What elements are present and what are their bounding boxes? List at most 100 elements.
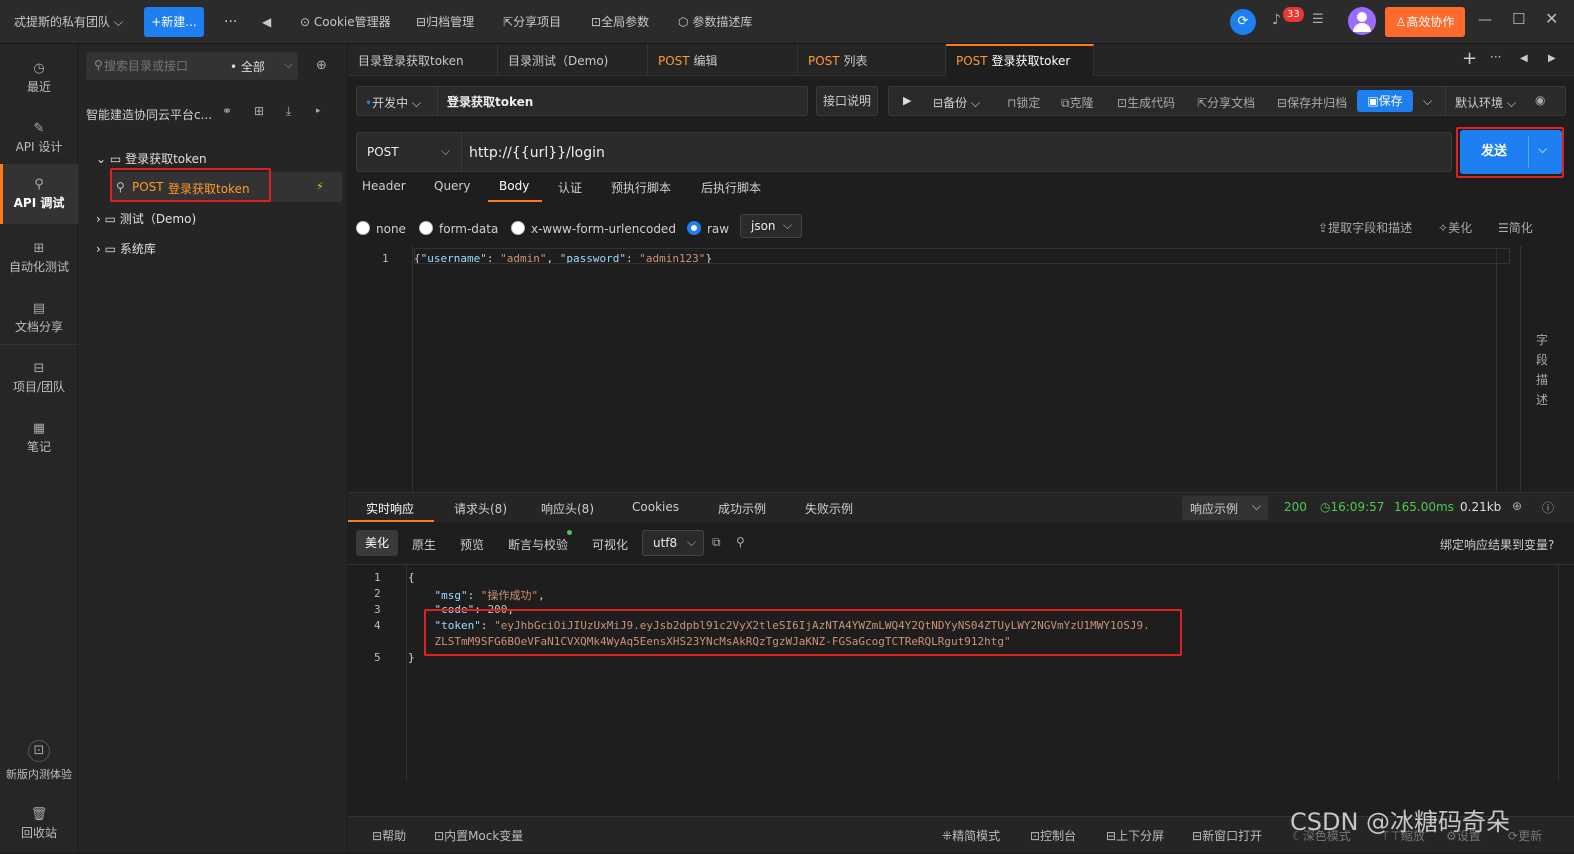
nav-notes[interactable]: ▦ 笔记 <box>0 408 78 468</box>
copy-icon[interactable]: ⧉ <box>712 535 721 550</box>
nav-beta[interactable]: ⊡ 新版内测体验 <box>0 732 78 792</box>
run-icon[interactable]: ▶ <box>903 94 911 107</box>
view-assertions[interactable]: 断言与校验 <box>508 536 568 553</box>
raw-format-select[interactable]: json ⌵ <box>740 214 802 238</box>
status-select[interactable]: •开发中 ⌵ <box>365 94 421 111</box>
env-select[interactable]: 默认环境 ⌵ <box>1455 94 1516 111</box>
tab-list[interactable]: POST 列表 <box>798 44 946 76</box>
tab-next-icon[interactable]: ▶ <box>1548 53 1556 64</box>
method-select[interactable]: POST <box>367 145 399 159</box>
tab-header[interactable]: Header <box>362 179 406 193</box>
info-icon[interactable]: ⓘ <box>1542 499 1554 516</box>
search-icon[interactable]: ⚲ <box>736 535 745 549</box>
nav-project-team[interactable]: ⊟ 项目/团队 <box>0 348 78 408</box>
backup-button[interactable]: ⊟备份 ⌵ <box>933 94 980 111</box>
save-menu-icon[interactable]: ⌵ <box>1423 94 1432 109</box>
nav-api-design[interactable]: ✎ API 设计 <box>0 108 78 168</box>
radio-form-data[interactable] <box>419 221 433 235</box>
eye-icon[interactable]: ◉ <box>1535 93 1545 107</box>
tab-prev-icon[interactable]: ◀ <box>1520 53 1528 64</box>
tab-post-script[interactable]: 后执行脚本 <box>701 179 761 196</box>
url-input[interactable] <box>469 143 1369 163</box>
field-desc-panel[interactable]: 字段描述 <box>1520 246 1574 492</box>
tab-req-headers[interactable]: 请求头(8) <box>454 500 507 517</box>
radio-raw[interactable] <box>687 221 701 235</box>
bind-vars-link[interactable]: 绑定响应结果到变量? <box>1440 536 1554 553</box>
add-tab-icon[interactable]: + <box>1462 48 1477 69</box>
tree-folder-system[interactable]: › ▭ 系统库 <box>96 240 156 257</box>
save-button[interactable]: ▣保存 <box>1357 90 1413 112</box>
global-params-button[interactable]: ⊡全局参数 <box>591 0 649 44</box>
nav-doc-share[interactable]: ▤ 文档分享 <box>0 288 78 348</box>
nav-trash[interactable]: 🗑 回收站 <box>0 794 78 854</box>
share-tree-icon[interactable]: ⚭ <box>222 104 232 118</box>
locate-icon[interactable]: ⊕ <box>316 58 327 73</box>
search-input[interactable] <box>104 56 214 76</box>
expand-icon[interactable]: ▸ <box>316 106 321 116</box>
clone-button[interactable]: ⧉克隆 <box>1061 94 1094 111</box>
new-button[interactable]: +新建... <box>144 7 204 37</box>
nav-api-debug[interactable]: ⚲ API 调试 <box>0 164 78 224</box>
tab-dir-login[interactable]: 目录登录获取token <box>348 44 498 76</box>
minimize-icon[interactable]: — <box>1478 12 1492 28</box>
tab-realtime[interactable]: 实时响应 <box>366 500 414 517</box>
radio-urlencoded[interactable] <box>511 221 525 235</box>
tab-body[interactable]: Body <box>499 179 529 193</box>
back-icon[interactable]: ◀ <box>262 0 271 44</box>
tab-edit[interactable]: POST 编辑 <box>648 44 798 76</box>
tree-search[interactable]: ⚲ • 全部 ⌵ <box>86 52 298 80</box>
more-icon[interactable]: ··· <box>224 0 237 44</box>
avatar[interactable] <box>1348 7 1376 35</box>
tab-dir-demo[interactable]: 目录测试（Demo) <box>498 44 648 76</box>
tab-cookies[interactable]: Cookies <box>632 500 679 514</box>
view-visualize[interactable]: 可视化 <box>592 536 628 553</box>
notes-icon[interactable]: ☰ <box>1312 12 1324 27</box>
new-window-button[interactable]: ⊟新窗口打开 <box>1192 827 1262 844</box>
import-icon[interactable]: ⤓ <box>286 104 291 119</box>
team-switcher[interactable]: 忒提斯的私有团队 ⌵ <box>14 0 123 44</box>
nav-auto-test[interactable]: ⊞ 自动化测试 <box>0 228 78 288</box>
globe-icon[interactable]: ⊕ <box>1512 499 1522 513</box>
update-button[interactable]: ⟳更新 <box>1508 827 1542 844</box>
tab-success-example[interactable]: 成功示例 <box>718 500 766 517</box>
doc-button[interactable]: 接口说明 <box>816 86 878 116</box>
tab-pre-script[interactable]: 预执行脚本 <box>611 179 671 196</box>
extract-fields-button[interactable]: ⇪提取字段和描述 <box>1318 219 1412 236</box>
new-folder-icon[interactable]: ⊞ <box>254 104 264 118</box>
sync-icon[interactable]: ⟳ <box>1230 9 1256 35</box>
share-doc-button[interactable]: ⇱分享文档 <box>1197 94 1255 111</box>
tab-fail-example[interactable]: 失败示例 <box>805 500 853 517</box>
collab-button[interactable]: ♙高效协作 <box>1385 7 1465 37</box>
archive-button[interactable]: ⊟归档管理 <box>416 0 474 44</box>
view-beautify[interactable]: 美化 <box>356 530 398 556</box>
more-icon[interactable]: ··· <box>1490 50 1501 64</box>
help-button[interactable]: ⊟帮助 <box>372 827 406 844</box>
view-preview[interactable]: 预览 <box>460 536 484 553</box>
radio-none[interactable] <box>356 221 370 235</box>
tab-login-active[interactable]: POST 登录获取toker <box>946 44 1094 76</box>
cookie-manager-button[interactable]: ⊙ Cookie管理器 <box>300 0 391 44</box>
tab-query[interactable]: Query <box>434 179 470 193</box>
mock-vars-button[interactable]: ⊡内置Mock变量 <box>434 827 523 844</box>
save-archive-button[interactable]: ⊟保存并归档 <box>1277 94 1347 111</box>
tree-folder-login[interactable]: ⌄ ▭ 登录获取token <box>96 150 207 167</box>
view-raw[interactable]: 原生 <box>412 536 436 553</box>
gen-code-button[interactable]: ⊡生成代码 <box>1117 94 1175 111</box>
maximize-icon[interactable]: ☐ <box>1512 10 1525 28</box>
param-desc-lib-button[interactable]: ⬡ 参数描述库 <box>678 0 752 44</box>
share-project-button[interactable]: ⇱分享项目 <box>503 0 561 44</box>
lock-button[interactable]: ⊓锁定 <box>1007 94 1040 111</box>
response-editor[interactable]: 1{2 "msg": "操作成功", 3 "code": 200, 4 "token… <box>348 564 1574 781</box>
bell-icon[interactable]: ♪ <box>1272 12 1281 28</box>
simplify-button[interactable]: ☰简化 <box>1498 219 1533 236</box>
tab-resp-headers[interactable]: 响应头(8) <box>541 500 594 517</box>
body-editor[interactable]: 1 {"username": "admin", "password": "adm… <box>348 246 1510 492</box>
tab-auth[interactable]: 认证 <box>558 179 582 196</box>
request-name-input[interactable] <box>447 92 787 110</box>
nav-recent[interactable]: ◷ 最近 <box>0 48 78 108</box>
filter-select[interactable]: • 全部 <box>230 58 265 75</box>
tree-folder-demo[interactable]: › ▭ 测试（Demo) <box>96 210 196 227</box>
beautify-button[interactable]: ✧美化 <box>1438 219 1472 236</box>
console-button[interactable]: ⊡控制台 <box>1030 827 1076 844</box>
encoding-select[interactable]: utf8 ⌵ <box>642 530 704 556</box>
